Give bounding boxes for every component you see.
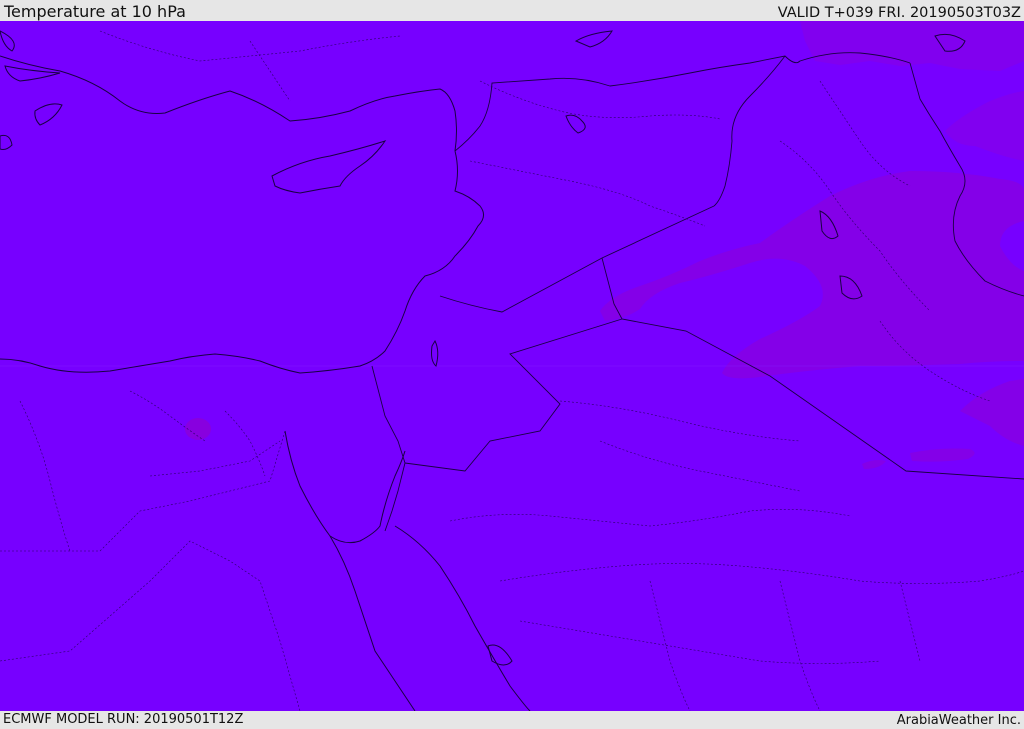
credit-label: ArabiaWeather Inc. [896,713,1021,728]
footer-bar: ECMWF MODEL RUN: 20190501T12Z ArabiaWeat… [0,711,1024,729]
coastlines [0,30,966,711]
map-title: Temperature at 10 hPa [4,2,186,21]
weather-map[interactable] [0,21,1024,711]
temperature-field-warm [185,21,1024,469]
admin-boundaries [0,30,1024,711]
model-run-label: ECMWF MODEL RUN: 20190501T12Z [3,712,244,727]
header-bar: Temperature at 10 hPa VALID T+039 FRI. 2… [0,0,1024,21]
map-canvas [0,21,1024,711]
valid-time-label: VALID T+039 FRI. 20190503T03Z [777,5,1021,21]
